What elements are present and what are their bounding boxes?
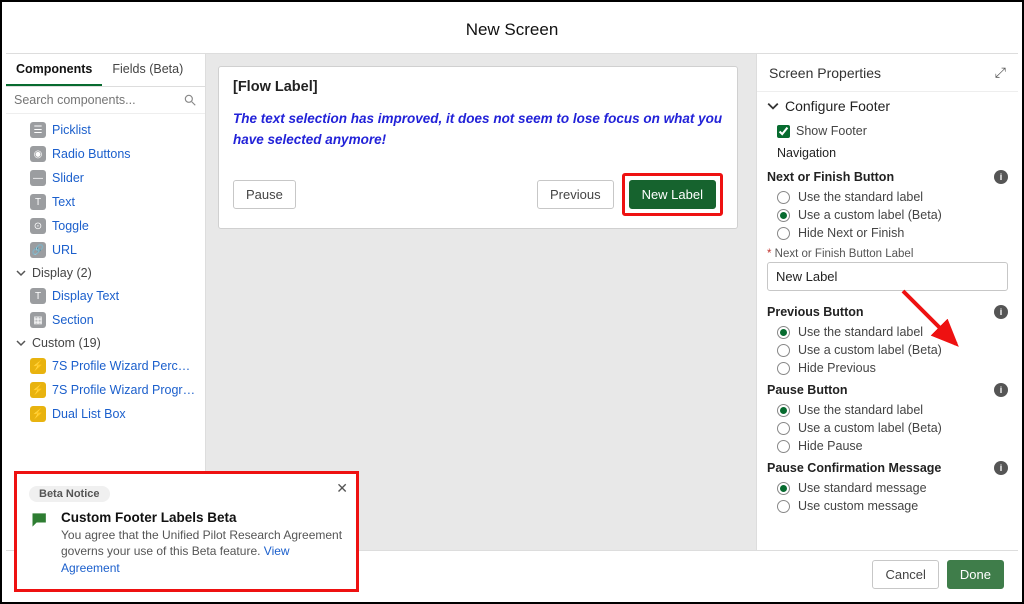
info-icon[interactable]: i: [994, 170, 1008, 184]
expand-icon[interactable]: ⤢: [995, 64, 1006, 81]
radio-icon: [777, 482, 790, 495]
close-icon[interactable]: ✕: [336, 480, 348, 497]
radio-icon: [777, 500, 790, 513]
previous-button[interactable]: Previous: [537, 180, 614, 209]
chevron-down-icon: [767, 100, 779, 112]
prev-opt-hide[interactable]: Hide Previous: [767, 359, 1008, 377]
search-input[interactable]: [14, 93, 183, 107]
lightning-icon: ⚡: [30, 382, 46, 398]
radio-icon: [777, 344, 790, 357]
search-row: [6, 87, 205, 114]
left-tabs: Components Fields (Beta): [6, 54, 205, 87]
info-icon[interactable]: i: [994, 383, 1008, 397]
pause-opt-custom[interactable]: Use a custom label (Beta): [767, 419, 1008, 437]
tree-group-display[interactable]: Display (2): [6, 262, 205, 284]
component-icon: T: [30, 288, 46, 304]
properties-panel: Screen Properties ⤢ Configure Footer Sho…: [756, 54, 1018, 550]
chevron-down-icon: [14, 266, 28, 280]
properties-title: Screen Properties: [769, 65, 881, 81]
pausemsg-opt-standard[interactable]: Use standard message: [767, 479, 1008, 497]
flow-label: [Flow Label]: [233, 79, 723, 95]
radio-icon: [777, 326, 790, 339]
radio-icon: [777, 227, 790, 240]
radio-icon: [777, 191, 790, 204]
cancel-button[interactable]: Cancel: [872, 560, 938, 589]
pause-msg-header: Pause Confirmation Message i: [767, 455, 1008, 479]
next-opt-standard[interactable]: Use the standard label: [767, 188, 1008, 206]
tree-item[interactable]: TText: [6, 190, 205, 214]
flow-button-row: Pause Previous New Label: [233, 173, 723, 216]
beta-notice-highlight: ✕ Beta Notice Custom Footer Labels Beta …: [14, 471, 359, 592]
next-label-input[interactable]: [767, 262, 1008, 291]
info-icon[interactable]: i: [994, 305, 1008, 319]
component-icon: ▦: [30, 312, 46, 328]
tree-item[interactable]: ⚡Dual List Box: [6, 402, 205, 426]
pausemsg-opt-custom[interactable]: Use custom message: [767, 497, 1008, 515]
highlight-annotation: New Label: [622, 173, 723, 216]
component-icon: ⊙: [30, 218, 46, 234]
flow-preview-card[interactable]: [Flow Label] The text selection has impr…: [218, 66, 738, 229]
radio-icon: [777, 440, 790, 453]
properties-header: Screen Properties ⤢: [757, 54, 1018, 92]
next-opt-custom[interactable]: Use a custom label (Beta): [767, 206, 1008, 224]
next-button[interactable]: New Label: [629, 180, 716, 209]
tab-components[interactable]: Components: [6, 54, 102, 86]
tree-item[interactable]: —Slider: [6, 166, 205, 190]
chevron-down-icon: [14, 336, 28, 350]
show-footer-input[interactable]: [777, 125, 790, 138]
pause-button[interactable]: Pause: [233, 180, 296, 209]
component-icon: ☰: [30, 122, 46, 138]
prev-opt-standard[interactable]: Use the standard label: [767, 323, 1008, 341]
previous-button-header: Previous Button i: [767, 299, 1008, 323]
prev-opt-custom[interactable]: Use a custom label (Beta): [767, 341, 1008, 359]
beta-badge: Beta Notice: [29, 486, 110, 502]
tree-item[interactable]: ⚡7S Profile Wizard Percenta...: [6, 354, 205, 378]
next-opt-hide[interactable]: Hide Next or Finish: [767, 224, 1008, 242]
search-icon[interactable]: [183, 93, 197, 107]
radio-icon: [777, 362, 790, 375]
radio-icon: [777, 209, 790, 222]
next-label-field-label: * Next or Finish Button Label: [767, 242, 1008, 262]
navigation-heading: Navigation: [767, 146, 1008, 164]
radio-icon: [777, 422, 790, 435]
tree-item[interactable]: ◉Radio Buttons: [6, 142, 205, 166]
tree-item[interactable]: 🔗URL: [6, 238, 205, 262]
tree-item[interactable]: ⊙Toggle: [6, 214, 205, 238]
tree-group-custom[interactable]: Custom (19): [6, 332, 205, 354]
properties-body[interactable]: Configure Footer Show Footer Navigation …: [757, 92, 1018, 550]
pause-opt-standard[interactable]: Use the standard label: [767, 401, 1008, 419]
radio-icon: [777, 404, 790, 417]
tree-item[interactable]: TDisplay Text: [6, 284, 205, 308]
tree-item[interactable]: ▦Section: [6, 308, 205, 332]
flow-message-text: The text selection has improved, it does…: [233, 109, 723, 151]
pause-button-header: Pause Button i: [767, 377, 1008, 401]
modal-header: New Screen: [6, 6, 1018, 54]
notice-title: Custom Footer Labels Beta: [61, 510, 344, 525]
tree-item[interactable]: ☰Picklist: [6, 118, 205, 142]
component-icon: T: [30, 194, 46, 210]
tree-item[interactable]: ⚡7S Profile Wizard Progress ...: [6, 378, 205, 402]
pause-opt-hide[interactable]: Hide Pause: [767, 437, 1008, 455]
modal-title: New Screen: [466, 20, 559, 40]
notice-body: You agree that the Unified Pilot Researc…: [61, 527, 344, 577]
done-button[interactable]: Done: [947, 560, 1004, 589]
beta-notice-popup: ✕ Beta Notice Custom Footer Labels Beta …: [17, 474, 356, 589]
info-icon[interactable]: i: [994, 461, 1008, 475]
chat-icon: [29, 510, 51, 530]
section-configure-footer[interactable]: Configure Footer: [767, 98, 1008, 114]
component-icon: —: [30, 170, 46, 186]
tab-fields[interactable]: Fields (Beta): [102, 54, 193, 86]
lightning-icon: ⚡: [30, 358, 46, 374]
show-footer-checkbox[interactable]: Show Footer: [767, 122, 1008, 146]
component-icon: 🔗: [30, 242, 46, 258]
next-button-header: Next or Finish Button i: [767, 164, 1008, 188]
lightning-icon: ⚡: [30, 406, 46, 422]
component-icon: ◉: [30, 146, 46, 162]
